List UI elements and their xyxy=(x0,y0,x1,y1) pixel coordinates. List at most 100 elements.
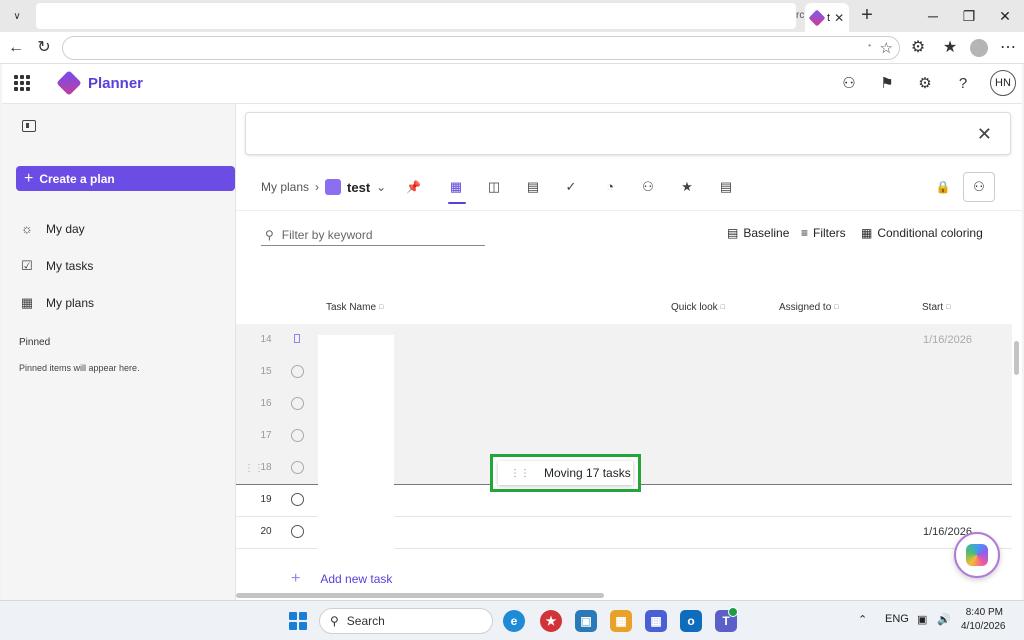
network-icon[interactable]: ▣ xyxy=(917,613,927,626)
column-header-start[interactable]: Start □ xyxy=(922,302,950,313)
lock-share-icon[interactable]: 🔒 xyxy=(933,177,953,197)
active-view-underline xyxy=(448,202,466,204)
browser-tab-active[interactable]: t ✕ xyxy=(805,3,849,32)
address-bar-input[interactable]: • ☆ xyxy=(62,36,900,60)
volume-icon[interactable]: 🔊 xyxy=(937,613,951,626)
favorite-star-icon[interactable]: ☆ xyxy=(880,39,893,57)
clock-time: 8:40 PM xyxy=(965,607,1003,618)
notification-banner: ✕ xyxy=(245,112,1011,155)
app-red-icon[interactable]: ★ xyxy=(540,610,562,632)
flag-icon[interactable]: ⚑ xyxy=(876,73,898,95)
share-people-icon[interactable]: ⚇ xyxy=(838,73,860,95)
plan-name[interactable]: test xyxy=(347,180,370,195)
row-number: 16 xyxy=(260,398,272,409)
browser-profile-avatar[interactable] xyxy=(970,39,988,57)
planner-logo-icon xyxy=(56,70,82,96)
back-arrow-icon[interactable]: ← xyxy=(4,36,28,60)
settings-gear-icon[interactable]: ⚙ xyxy=(914,73,936,95)
collapse-sidebar-icon[interactable] xyxy=(22,120,36,132)
file-explorer-icon[interactable]: ▦ xyxy=(610,610,632,632)
goals-view-icon[interactable]: ✓ xyxy=(560,176,582,198)
pin-icon[interactable]: 📌 xyxy=(406,180,421,194)
app-launcher-waffle-icon[interactable] xyxy=(14,75,30,91)
pinned-empty-text: Pinned items will appear here. xyxy=(19,363,140,373)
close-window-button[interactable]: ✕ xyxy=(990,4,1020,28)
schedule-view-icon[interactable]: ▤ xyxy=(522,176,544,198)
complete-task-circle-icon[interactable] xyxy=(291,493,304,506)
remote-desktop-icon[interactable]: ▣ xyxy=(575,610,597,632)
sidebar-item-my-tasks[interactable]: ☑ My tasks xyxy=(20,258,93,274)
store-icon[interactable]: ▦ xyxy=(645,610,667,632)
clock-date: 4/10/2026 xyxy=(961,621,1006,632)
sidebar-item-my-day[interactable]: ☼ My day xyxy=(20,221,85,236)
board-view-icon[interactable]: ◫ xyxy=(483,176,505,198)
windows-start-icon[interactable] xyxy=(289,612,307,630)
copilot-button[interactable] xyxy=(954,532,1000,578)
filter-icon: ≡ xyxy=(801,226,809,240)
favorites-list-icon[interactable]: ★ xyxy=(938,36,962,60)
browser-tab-blank[interactable] xyxy=(36,3,796,29)
create-plan-button[interactable]: + Create a plan xyxy=(16,166,235,191)
row-number: 19 xyxy=(260,494,272,505)
new-tab-button[interactable]: + xyxy=(855,4,879,28)
complete-task-circle-icon[interactable] xyxy=(291,365,304,378)
column-header-assigned-to[interactable]: Assigned to □ xyxy=(779,302,839,313)
close-icon[interactable]: ✕ xyxy=(977,124,992,145)
baseline-button[interactable]: ▤ Baseline xyxy=(727,226,789,240)
grid-view-icon[interactable]: ▦ xyxy=(445,176,467,198)
drag-handle-icon[interactable]: ⋮⋮ xyxy=(244,463,264,474)
copilot-icon xyxy=(966,544,988,566)
column-header-task-name[interactable]: Task Name □ xyxy=(326,302,383,313)
row-number: 20 xyxy=(260,526,272,537)
tab-list-chevron-icon[interactable]: ∨ xyxy=(6,5,28,27)
user-avatar[interactable]: HN xyxy=(990,70,1016,96)
tasks-icon: ☑ xyxy=(21,258,33,273)
help-question-icon[interactable]: ? xyxy=(952,73,974,95)
taskbar-search[interactable]: ⚲ Search xyxy=(319,608,493,634)
trophy-icon[interactable]: ★ xyxy=(676,176,698,198)
app-name[interactable]: Planner xyxy=(88,75,143,92)
drag-preview[interactable]: ⋮⋮ Moving 17 tasks xyxy=(498,461,633,485)
complete-task-circle-icon[interactable] xyxy=(291,461,304,474)
more-options-icon[interactable]: ⋯ xyxy=(996,36,1020,60)
sidebar-item-label: My tasks xyxy=(46,259,94,273)
plus-icon: + xyxy=(24,169,34,187)
conditional-coloring-button[interactable]: ▦ Conditional coloring xyxy=(861,226,983,240)
column-header-quick-look[interactable]: Quick look □ xyxy=(671,302,725,313)
complete-task-circle-icon[interactable] xyxy=(291,525,304,538)
outlook-icon[interactable]: o xyxy=(680,610,702,632)
refresh-icon[interactable]: ↻ xyxy=(32,36,56,60)
language-indicator[interactable]: ENG xyxy=(885,613,909,625)
browser-tab-previous[interactable]: rc xyxy=(796,3,804,29)
row-number: 17 xyxy=(260,430,272,441)
restore-button[interactable]: ❐ xyxy=(954,4,984,28)
filter-placeholder: Filter by keyword xyxy=(281,227,373,242)
charts-view-icon[interactable]: ◔ xyxy=(599,176,621,198)
vertical-scrollbar[interactable] xyxy=(1014,341,1019,375)
planner-favicon-icon xyxy=(808,9,826,26)
horizontal-scrollbar[interactable] xyxy=(236,593,604,598)
tab-close-icon[interactable]: ✕ xyxy=(834,11,844,25)
tray-chevron-up-icon[interactable]: ⌃ xyxy=(858,613,867,626)
teams-status-badge xyxy=(728,607,738,617)
sidebar-item-my-plans[interactable]: ▦ My plans xyxy=(20,295,94,311)
complete-task-circle-icon[interactable] xyxy=(291,397,304,410)
filters-label: Filters xyxy=(813,226,846,240)
task-type-icon xyxy=(294,334,300,343)
column-label: Quick look xyxy=(671,302,718,313)
sort-icon: □ xyxy=(720,304,725,311)
complete-task-circle-icon[interactable] xyxy=(291,429,304,442)
timeline-view-icon[interactable]: ▤ xyxy=(715,176,737,198)
breadcrumb-my-plans[interactable]: My plans xyxy=(261,180,309,194)
people-view-icon[interactable]: ⚇ xyxy=(637,176,659,198)
sort-icon: □ xyxy=(834,304,839,311)
minimize-button[interactable]: ─ xyxy=(918,4,948,28)
add-new-task-button[interactable]: + Add new task xyxy=(291,570,392,588)
add-member-button[interactable]: ⚇ xyxy=(963,172,995,202)
extensions-puzzle-icon[interactable]: ⚙ xyxy=(906,36,930,60)
edge-browser-icon[interactable]: e xyxy=(503,610,525,632)
taskbar-clock[interactable]: 8:40 PM 4/10/2026 xyxy=(961,606,1006,634)
chevron-down-icon[interactable]: ⌄ xyxy=(376,180,386,194)
filter-keyword-input[interactable]: ⚲ Filter by keyword xyxy=(261,224,485,246)
filters-button[interactable]: ≡ Filters xyxy=(801,226,846,240)
